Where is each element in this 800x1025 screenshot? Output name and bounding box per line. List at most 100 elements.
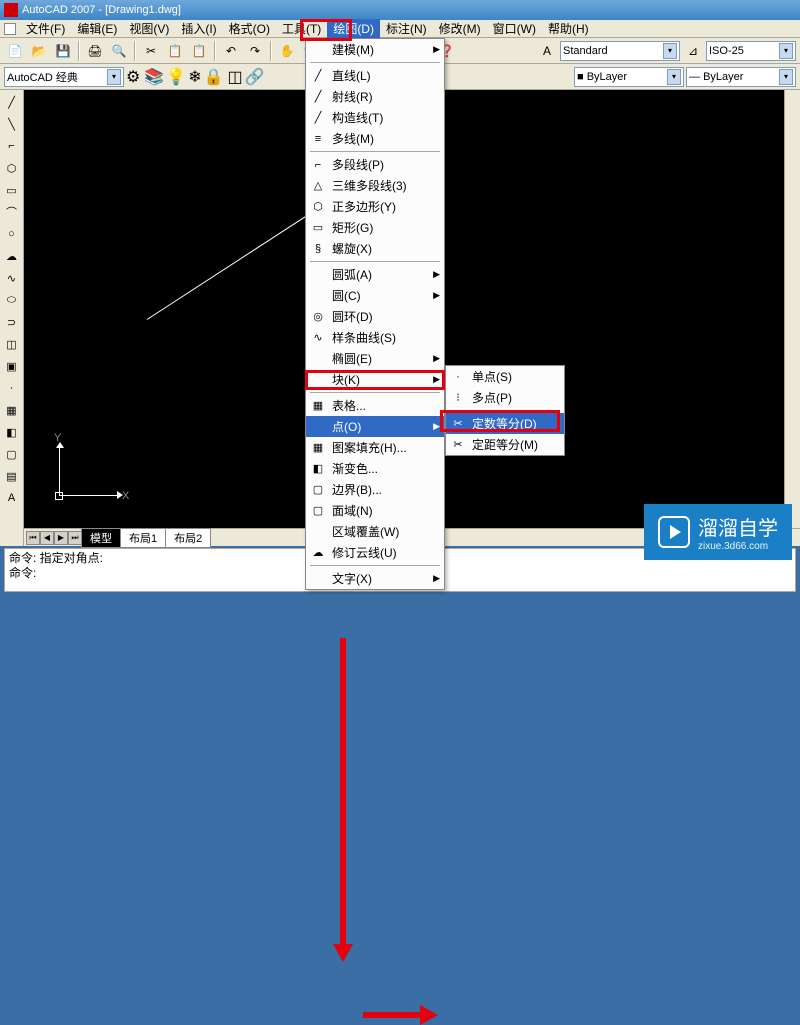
arc-tool[interactable]: ⌒ bbox=[2, 202, 22, 222]
menu-item-table[interactable]: ▦表格... bbox=[306, 395, 444, 416]
print-button[interactable]: 🖨 bbox=[84, 40, 106, 62]
gradient-tool[interactable]: ◧ bbox=[2, 422, 22, 442]
tab-model[interactable]: 模型 bbox=[81, 528, 121, 548]
menu-item-ray[interactable]: ╱射线(R) bbox=[306, 86, 444, 107]
new-button[interactable]: 📄 bbox=[4, 40, 26, 62]
spline-tool[interactable]: ∿ bbox=[2, 268, 22, 288]
undo-button[interactable]: ↶ bbox=[220, 40, 242, 62]
menu-item-polygon[interactable]: ⬡正多边形(Y) bbox=[306, 196, 444, 217]
text-style-icon[interactable]: A bbox=[536, 40, 558, 62]
menu-item-single-point[interactable]: ·单点(S) bbox=[446, 366, 564, 387]
menu-item-mline[interactable]: ≡多线(M) bbox=[306, 128, 444, 149]
menu-item-spline[interactable]: ∿样条曲线(S) bbox=[306, 327, 444, 348]
watermark-brand: 溜溜自学 bbox=[698, 518, 778, 540]
revcloud-tool[interactable]: ☁ bbox=[2, 246, 22, 266]
color-value: ByLayer bbox=[587, 71, 627, 83]
menu-item-wipeout[interactable]: 区域覆盖(W) bbox=[306, 521, 444, 542]
menu-item-revcloud[interactable]: ☁修订云线(U) bbox=[306, 542, 444, 563]
tab-layout1[interactable]: 布局1 bbox=[120, 528, 166, 548]
menu-modify[interactable]: 修改(M) bbox=[433, 19, 487, 38]
menu-item-3dpoly[interactable]: △三维多段线(3) bbox=[306, 175, 444, 196]
menu-view[interactable]: 视图(V) bbox=[123, 19, 175, 38]
menu-item-modeling[interactable]: 建模(M)▶ bbox=[306, 39, 444, 60]
line-tool[interactable]: ╱ bbox=[2, 92, 22, 112]
ellipse-tool[interactable]: ⬭ bbox=[2, 290, 22, 310]
menu-item-circle[interactable]: 圆(C)▶ bbox=[306, 285, 444, 306]
hatch-tool[interactable]: ▦ bbox=[2, 400, 22, 420]
table-tool[interactable]: ▤ bbox=[2, 466, 22, 486]
pline-tool[interactable]: ⌐ bbox=[2, 136, 22, 156]
menu-item-multiple-point[interactable]: ⁝多点(P) bbox=[446, 387, 564, 408]
ellipse-arc-tool[interactable]: ⊃ bbox=[2, 312, 22, 332]
xline-tool[interactable]: ╲ bbox=[2, 114, 22, 134]
preview-button[interactable]: 🔍 bbox=[108, 40, 130, 62]
workspace-settings-button[interactable]: ⚙ bbox=[126, 67, 140, 87]
menu-tools[interactable]: 工具(T) bbox=[276, 19, 327, 38]
menu-item-gradient[interactable]: ◧渐变色... bbox=[306, 458, 444, 479]
menu-item-point[interactable]: 点(O)▶ bbox=[306, 416, 444, 437]
draw-toolbar: ╱ ╲ ⌐ ⬡ ▭ ⌒ ○ ☁ ∿ ⬭ ⊃ ◫ ▣ · ▦ ◧ ▢ ▤ A bbox=[0, 90, 24, 546]
open-button[interactable]: 📂 bbox=[28, 40, 50, 62]
tab-prev-button[interactable]: ◀ bbox=[40, 531, 54, 545]
menu-item-text[interactable]: 文字(X)▶ bbox=[306, 568, 444, 589]
save-button[interactable]: 💾 bbox=[52, 40, 74, 62]
menu-help[interactable]: 帮助(H) bbox=[542, 19, 595, 38]
layer-on-icon[interactable]: 💡 bbox=[166, 67, 186, 87]
chevron-down-icon: ▾ bbox=[667, 69, 681, 85]
tab-layout2[interactable]: 布局2 bbox=[165, 528, 211, 548]
menu-item-donut[interactable]: ◎圆环(D) bbox=[306, 306, 444, 327]
layer-freeze-icon[interactable]: ❄ bbox=[188, 67, 201, 87]
polygon-tool[interactable]: ⬡ bbox=[2, 158, 22, 178]
menu-item-xline[interactable]: ╱构造线(T) bbox=[306, 107, 444, 128]
point-tool[interactable]: · bbox=[2, 378, 22, 398]
dim-style-combo[interactable]: ISO-25 ▾ bbox=[706, 41, 796, 61]
menu-format[interactable]: 格式(O) bbox=[223, 19, 276, 38]
make-block-tool[interactable]: ▣ bbox=[2, 356, 22, 376]
text-style-combo[interactable]: Standard ▾ bbox=[560, 41, 680, 61]
pan-button[interactable]: ✋ bbox=[276, 40, 298, 62]
copy-button[interactable]: 📋 bbox=[164, 40, 186, 62]
circle-tool[interactable]: ○ bbox=[2, 224, 22, 244]
tab-next-button[interactable]: ▶ bbox=[54, 531, 68, 545]
layer-manager-button[interactable]: 📚 bbox=[144, 67, 164, 87]
window-title: AutoCAD 2007 - [Drawing1.dwg] bbox=[22, 4, 181, 16]
menu-item-hatch[interactable]: ▦图案填充(H)... bbox=[306, 437, 444, 458]
menu-item-rectangle[interactable]: ▭矩形(G) bbox=[306, 217, 444, 238]
mtext-tool[interactable]: A bbox=[2, 488, 22, 508]
vertical-scrollbar[interactable] bbox=[784, 90, 800, 528]
menu-item-divide[interactable]: ✂定数等分(D) bbox=[446, 413, 564, 434]
menu-file[interactable]: 文件(F) bbox=[20, 19, 71, 38]
xref-button[interactable]: 🔗 bbox=[245, 67, 265, 87]
menu-dimension[interactable]: 标注(N) bbox=[380, 19, 433, 38]
menu-window[interactable]: 窗口(W) bbox=[487, 19, 542, 38]
menu-edit[interactable]: 编辑(E) bbox=[71, 19, 123, 38]
layer-lock-icon[interactable]: 🔒 bbox=[204, 67, 224, 87]
paste-button[interactable]: 📋 bbox=[188, 40, 210, 62]
menu-item-line[interactable]: ╱直线(L) bbox=[306, 65, 444, 86]
menu-item-pline[interactable]: ⌐多段线(P) bbox=[306, 154, 444, 175]
menu-item-measure[interactable]: ✂定距等分(M) bbox=[446, 434, 564, 455]
redo-button[interactable]: ↷ bbox=[244, 40, 266, 62]
play-icon bbox=[658, 516, 690, 548]
menu-insert[interactable]: 插入(I) bbox=[175, 19, 222, 38]
menu-item-arc[interactable]: 圆弧(A)▶ bbox=[306, 264, 444, 285]
cut-button[interactable]: ✂ bbox=[140, 40, 162, 62]
insert-block-tool[interactable]: ◫ bbox=[2, 334, 22, 354]
dim-style-icon[interactable]: ⊿ bbox=[682, 40, 704, 62]
workspace-combo[interactable]: AutoCAD 经典 ▾ bbox=[4, 67, 124, 87]
menu-item-region[interactable]: ▢面域(N) bbox=[306, 500, 444, 521]
menu-item-boundary[interactable]: ▢边界(B)... bbox=[306, 479, 444, 500]
tab-last-button[interactable]: ⏭ bbox=[68, 531, 82, 545]
menu-item-ellipse[interactable]: 椭圆(E)▶ bbox=[306, 348, 444, 369]
chevron-down-icon: ▾ bbox=[663, 43, 677, 59]
menu-item-block[interactable]: 块(K)▶ bbox=[306, 369, 444, 390]
linetype-combo[interactable]: — ByLayer ▾ bbox=[686, 67, 796, 87]
region-tool[interactable]: ▢ bbox=[2, 444, 22, 464]
tab-first-button[interactable]: ⏮ bbox=[26, 531, 40, 545]
block-button[interactable]: ◫ bbox=[228, 67, 243, 87]
menu-draw[interactable]: 绘图(D) bbox=[327, 19, 380, 38]
rectangle-tool[interactable]: ▭ bbox=[2, 180, 22, 200]
color-combo[interactable]: ■ ByLayer ▾ bbox=[574, 67, 684, 87]
menu-item-helix[interactable]: §螺旋(X) bbox=[306, 238, 444, 259]
chevron-down-icon: ▾ bbox=[779, 69, 793, 85]
